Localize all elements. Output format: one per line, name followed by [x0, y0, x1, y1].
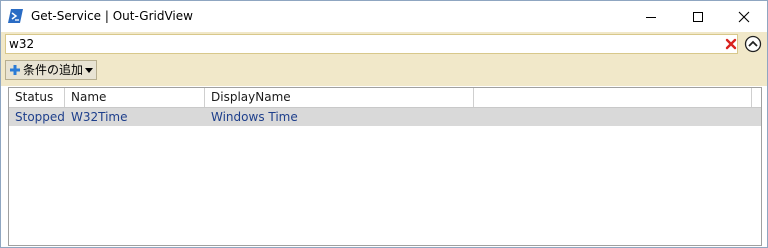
cell-name: W32Time — [71, 110, 128, 124]
out-gridview-window: Get-Service | Out-GridView 条件の追加 — [0, 0, 768, 248]
plus-icon — [10, 65, 20, 75]
maximize-icon — [693, 12, 703, 22]
minimize-button[interactable] — [628, 1, 674, 32]
column-header-name[interactable]: Name — [65, 88, 205, 107]
title-bar[interactable]: Get-Service | Out-GridView — [1, 1, 767, 32]
close-icon — [738, 11, 750, 23]
collapse-up-icon[interactable] — [743, 34, 763, 54]
add-criteria-label: 条件の追加 — [23, 63, 84, 77]
column-header-status[interactable]: Status — [9, 88, 65, 107]
window-title: Get-Service | Out-GridView — [31, 9, 193, 23]
clear-x-icon[interactable] — [725, 38, 737, 50]
dropdown-arrow-icon — [85, 68, 93, 73]
close-button[interactable] — [721, 1, 767, 32]
maximize-button[interactable] — [675, 1, 721, 32]
grid-header: Status Name DisplayName — [9, 88, 761, 108]
search-input[interactable] — [6, 35, 709, 53]
results-grid: Status Name DisplayName Stopped W32Time … — [8, 87, 762, 246]
minimize-icon — [646, 17, 656, 18]
column-header-blank — [474, 88, 752, 107]
search-box — [5, 34, 738, 54]
cell-status: Stopped — [15, 110, 65, 124]
cell-displayname: Windows Time — [211, 110, 298, 124]
column-header-displayname[interactable]: DisplayName — [205, 88, 474, 107]
filter-bar: 条件の追加 — [1, 32, 767, 86]
add-criteria-button[interactable]: 条件の追加 — [5, 60, 97, 80]
powershell-icon — [8, 9, 23, 23]
table-row[interactable]: Stopped W32Time Windows Time — [9, 108, 761, 126]
